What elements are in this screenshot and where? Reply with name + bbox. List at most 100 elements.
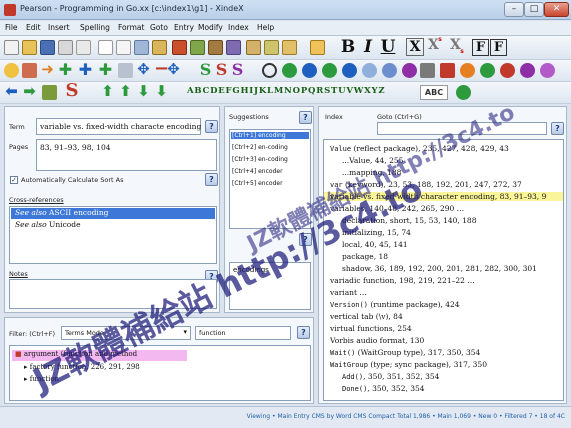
move-icon[interactable]: ✥ [136, 60, 151, 78]
underline-button[interactable]: U [380, 37, 396, 57]
format-f-button[interactable]: F [472, 39, 489, 56]
book-tan-icon[interactable] [246, 40, 261, 55]
menu-format[interactable]: Format [118, 23, 144, 32]
globe-blue-2-icon[interactable] [342, 63, 357, 78]
filter-mode-select[interactable]: Terms Mode ▾ [61, 326, 191, 340]
filter-help-button[interactable]: ? [297, 326, 310, 339]
red-flag-icon[interactable] [440, 63, 455, 78]
book-green-icon[interactable] [190, 40, 205, 55]
pages-input[interactable]: 83, 91–93, 98, 104 [36, 139, 217, 171]
index-entry[interactable]: Done(), 350, 352, 354 [342, 384, 425, 393]
tools-icon[interactable] [22, 63, 37, 78]
up-green-2-icon[interactable]: ⬆ [118, 82, 133, 100]
index-entry[interactable]: variables, 140–48, 242, 265, 290 … [330, 204, 464, 213]
index-entry[interactable]: package, 18 [342, 252, 388, 261]
menu-modify[interactable]: Modify [198, 23, 223, 32]
goto-help-button[interactable]: ? [551, 122, 564, 135]
index-entry[interactable]: vertical tab (\v), 84 [330, 312, 403, 321]
copy-icon[interactable] [98, 40, 113, 55]
menu-entry[interactable]: Entry [174, 23, 194, 32]
maximize-button[interactable]: □ [524, 2, 544, 17]
italic-button[interactable]: I [360, 37, 376, 57]
filter-icon[interactable] [420, 63, 435, 78]
index-entry[interactable]: initializing, 15, 74 [342, 228, 411, 237]
index-entry[interactable]: Version() (runtime package), 424 [330, 300, 460, 309]
globe-green-2-icon[interactable] [322, 63, 337, 78]
term-input[interactable]: variable vs. fixed-width characte encodi… [36, 118, 201, 135]
move-down-icon[interactable]: ✥ [166, 60, 181, 78]
auto-sort-help-button[interactable]: ? [205, 173, 218, 186]
menu-help[interactable]: Help [257, 23, 274, 32]
index-entry[interactable]: Vorbis audio format, 130 [330, 336, 424, 345]
tree-icon[interactable] [42, 85, 57, 100]
up-green-icon[interactable]: ⬆ [100, 82, 115, 100]
new-file-icon[interactable] [4, 40, 19, 55]
index-entry[interactable]: local, 40, 45, 141 [342, 240, 408, 249]
format-f2-button[interactable]: F [490, 39, 507, 56]
arrow-right-icon[interactable]: ➜ [40, 60, 55, 78]
globe-green-icon[interactable] [282, 63, 297, 78]
index-entry[interactable]: variant … [330, 288, 367, 297]
menu-goto[interactable]: Goto [150, 23, 168, 32]
sort-s-green-icon[interactable]: S [198, 60, 213, 79]
filter-result-item[interactable]: ▸ function [24, 375, 59, 383]
globe-arrow-icon[interactable] [382, 63, 397, 78]
index-entry[interactable]: variadic function, 198, 219, 221–22 … [330, 276, 475, 285]
circle-icon[interactable] [262, 63, 277, 78]
index-entry[interactable]: ...Value, 44, 255 [342, 156, 403, 165]
preview-icon[interactable] [76, 40, 91, 55]
index-entry[interactable]: Wait() (WaitGroup type), 317, 350, 354 [330, 348, 480, 357]
add-subentry-icon[interactable]: ✚ [78, 60, 93, 79]
index-entry[interactable]: Value (reflect package), 235, 427, 428, … [330, 144, 509, 153]
crossref-item-unicode[interactable]: See also Unicode [11, 220, 215, 231]
filter-results-list[interactable]: ■ argument (function and method ▸ factor… [9, 345, 311, 401]
down-green-icon[interactable]: ⬇ [136, 82, 151, 100]
cut-icon[interactable] [152, 40, 167, 55]
notes-icon[interactable] [264, 40, 279, 55]
pink-circle-icon[interactable] [540, 63, 555, 78]
add-green-icon[interactable]: ✚ [98, 60, 113, 79]
cross-button[interactable]: X [406, 38, 424, 56]
down-green-2-icon[interactable]: ⬇ [154, 82, 169, 100]
check-green-icon[interactable] [456, 85, 471, 100]
menu-spelling[interactable]: Spelling [80, 23, 110, 32]
clipboard-icon[interactable] [134, 40, 149, 55]
open-folder-icon[interactable] [22, 40, 37, 55]
merge-icon[interactable] [118, 63, 133, 78]
suggestion-item[interactable]: [Ctrl+5] encoder [232, 180, 283, 187]
globe-blue-icon[interactable] [302, 63, 317, 78]
menu-index[interactable]: Index [228, 23, 249, 32]
goto-input[interactable] [377, 122, 547, 135]
crossref-item-ascii[interactable]: See also ASCII encoding [11, 208, 215, 219]
book-brown-icon[interactable] [208, 40, 223, 55]
back-icon[interactable]: ⬅ [4, 82, 19, 100]
lightbulb-icon[interactable] [4, 63, 19, 78]
term-help-button[interactable]: ? [205, 120, 218, 133]
index-entry[interactable]: virtual functions, 254 [330, 324, 412, 333]
related-item[interactable]: encodings [233, 266, 269, 274]
index-entry[interactable]: shadow, 36, 189, 192, 200, 201, 281, 282… [342, 264, 537, 273]
menu-edit[interactable]: Edit [26, 23, 41, 32]
minimize-button[interactable]: – [504, 2, 524, 17]
highlighter-icon[interactable] [310, 40, 325, 55]
menu-file[interactable]: File [5, 23, 18, 32]
sort-s-red-icon[interactable]: S [214, 60, 229, 79]
index-entry[interactable]: declaration, short, 15, 53, 140, 188 [342, 216, 476, 225]
suggestion-item[interactable]: [Ctrl+2] en-coding [232, 144, 288, 151]
menu-insert[interactable]: Insert [48, 23, 70, 32]
purple-circle-icon[interactable] [520, 63, 535, 78]
book-red-icon[interactable] [172, 40, 187, 55]
sort-s-purple-icon[interactable]: S [230, 60, 245, 79]
crossrefs-list[interactable]: See also ASCII encoding See also Unicode [9, 206, 217, 264]
orange-circle-icon[interactable] [460, 63, 475, 78]
close-button[interactable]: ✕ [544, 2, 569, 17]
suggestions-help-button[interactable]: ? [299, 111, 312, 124]
book-purple-icon[interactable] [226, 40, 241, 55]
index-entry[interactable]: Add(), 350, 351, 352, 354 [342, 372, 439, 381]
filter-result-item[interactable]: ▸ factory function, 226, 291, 298 [24, 363, 140, 371]
filter-input[interactable]: function [195, 326, 291, 340]
forward-icon[interactable]: ➡ [22, 82, 37, 100]
suggestions-list[interactable]: [Ctrl+1] encoding [Ctrl+2] en-coding [Ct… [229, 129, 311, 229]
filter-result-item[interactable]: ■ argument (function and method [12, 350, 187, 361]
alphabet-jump-bar[interactable]: ABCDEFGHIJKLMNOPQRSTUVWXYZ [187, 86, 385, 96]
